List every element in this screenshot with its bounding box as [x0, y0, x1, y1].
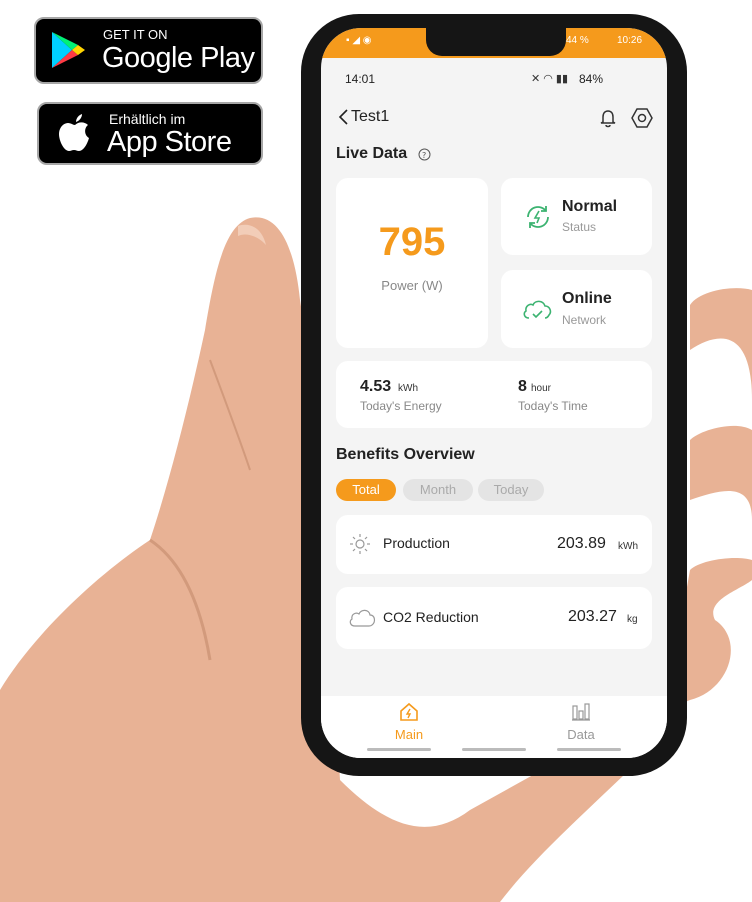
phone-notch [426, 28, 566, 56]
help-circle-icon[interactable]: ? [418, 148, 431, 161]
power-card: 795 Power (W) [336, 178, 488, 348]
co2-row: CO2 Reduction 203.27 kg [336, 587, 652, 649]
production-row: Production 203.89 kWh [336, 515, 652, 574]
time-value: 8 [518, 378, 527, 395]
apple-icon [59, 114, 89, 151]
energy-label: Today's Energy [360, 399, 442, 413]
nav-indicator-2 [462, 748, 526, 751]
nav-data[interactable]: Data [551, 702, 611, 748]
nav-indicator-3 [557, 748, 621, 751]
nav-data-label: Data [567, 727, 595, 742]
tab-total[interactable]: Total [336, 479, 396, 501]
status-time: 14:01 [345, 72, 376, 86]
google-play-small-text: GET IT ON [103, 27, 168, 42]
benefits-title: Benefits Overview [336, 446, 475, 463]
app-store-badge[interactable]: Erhältlich im App Store [37, 102, 263, 165]
sync-status-icon [527, 206, 549, 228]
outer-battery: 44 % [566, 35, 589, 46]
home-icon [400, 702, 418, 721]
status-icons: ✕ ◠ ▮▮ [531, 73, 569, 85]
co2-unit: kg [627, 614, 638, 625]
svg-text:?: ? [422, 151, 426, 160]
phone-screen: ▪ ◢ ◉ 44 % 10:26 14:01 ✕ ◠ ▮▮ 84% Test1 … [321, 28, 667, 758]
google-play-icon [52, 32, 85, 68]
power-label: Power (W) [381, 278, 443, 293]
status-card: Normal Status [501, 178, 652, 255]
app-store-small-text: Erhältlich im [109, 111, 186, 127]
network-value: Online [562, 290, 612, 307]
status-label: Status [562, 220, 597, 234]
sun-icon [350, 534, 370, 554]
network-label: Network [562, 313, 607, 327]
tab-month[interactable]: Month [403, 479, 473, 501]
network-card: Online Network [501, 270, 652, 348]
hexagon-settings-icon[interactable] [631, 107, 653, 129]
nav-indicator-1 [367, 748, 431, 751]
production-unit: kWh [618, 541, 638, 552]
nav-main-label: Main [394, 727, 424, 742]
outer-time: 10:26 [617, 35, 643, 46]
time-label: Today's Time [518, 399, 588, 413]
bell-icon[interactable] [598, 108, 618, 128]
page-title: Test1 [351, 108, 390, 125]
live-data-title: Live Data [336, 145, 408, 162]
power-value: 795 [378, 220, 446, 264]
production-label: Production [383, 535, 450, 551]
production-value: 203.89 [557, 535, 606, 552]
tab-today[interactable]: Today [478, 479, 544, 501]
time-unit: hour [531, 383, 552, 394]
co2-label: CO2 Reduction [383, 609, 479, 625]
bar-chart-icon [572, 703, 590, 721]
cloud-check-icon [523, 300, 552, 319]
cloud-icon [349, 609, 376, 627]
co2-value: 203.27 [568, 608, 617, 625]
status-value: Normal [562, 198, 618, 215]
today-summary-card: 4.53 kWh Today's Energy 8 hour Today's T… [336, 361, 652, 428]
app-store-title: App Store [107, 126, 232, 158]
google-play-title: Google Play [102, 42, 255, 74]
energy-unit: kWh [398, 383, 418, 394]
energy-value: 4.53 [360, 378, 392, 395]
chevron-left-icon[interactable] [337, 108, 349, 126]
outer-status-icons: ▪ ◢ ◉ [346, 35, 372, 46]
google-play-badge[interactable]: GET IT ON Google Play [34, 17, 263, 84]
status-battery: 84% [579, 72, 604, 86]
nav-main[interactable]: Main [379, 702, 439, 748]
